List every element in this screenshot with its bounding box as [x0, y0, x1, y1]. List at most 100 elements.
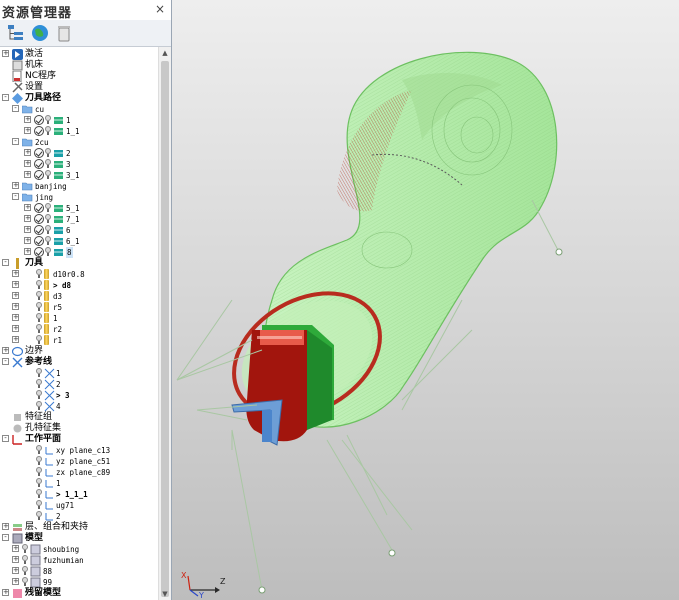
expand-icon[interactable]: + — [24, 237, 31, 244]
lightbulb-icon[interactable] — [36, 324, 42, 334]
expand-icon[interactable]: + — [24, 248, 31, 255]
lightbulb-icon[interactable] — [45, 148, 51, 158]
globe-icon[interactable] — [30, 23, 50, 43]
expand-icon[interactable]: + — [12, 303, 19, 310]
collapse-icon[interactable]: - — [12, 105, 19, 112]
lightbulb-icon[interactable] — [36, 291, 42, 301]
tree-item-label: 刀具路径 — [25, 93, 62, 103]
expand-icon[interactable]: + — [12, 336, 19, 343]
lightbulb-icon[interactable] — [36, 335, 42, 345]
lightbulb-icon[interactable] — [36, 500, 42, 510]
scroll-up-icon[interactable]: ▲ — [159, 47, 171, 59]
lightbulb-icon[interactable] — [45, 126, 51, 136]
collapse-icon[interactable]: - — [2, 259, 9, 266]
trash-icon[interactable] — [54, 23, 74, 43]
expand-icon[interactable]: + — [12, 281, 19, 288]
checked-icon[interactable] — [34, 203, 44, 213]
lightbulb-icon[interactable] — [36, 280, 42, 290]
checked-icon[interactable] — [34, 247, 44, 257]
pattern-icon — [44, 390, 55, 401]
lightbulb-icon[interactable] — [22, 555, 28, 565]
toolpath-icon — [53, 170, 64, 181]
lightbulb-icon[interactable] — [45, 236, 51, 246]
scrollbar-thumb[interactable] — [161, 61, 169, 597]
expand-icon[interactable]: + — [12, 556, 19, 563]
activate-icon — [12, 49, 23, 60]
checked-icon[interactable] — [34, 214, 44, 224]
lightbulb-icon[interactable] — [22, 566, 28, 576]
lightbulb-icon[interactable] — [36, 478, 42, 488]
expand-icon[interactable]: + — [24, 226, 31, 233]
expand-icon[interactable]: + — [2, 347, 9, 354]
lightbulb-icon[interactable] — [45, 214, 51, 224]
lightbulb-icon[interactable] — [45, 159, 51, 169]
checked-icon[interactable] — [34, 159, 44, 169]
tool-icon — [44, 269, 49, 279]
expand-icon[interactable]: + — [24, 215, 31, 222]
collapse-icon[interactable]: - — [2, 94, 9, 101]
checked-icon[interactable] — [34, 148, 44, 158]
lightbulb-icon[interactable] — [36, 368, 42, 378]
expand-icon[interactable]: + — [12, 270, 19, 277]
lightbulb-icon[interactable] — [36, 456, 42, 466]
expand-icon[interactable]: + — [24, 116, 31, 123]
expand-icon[interactable]: + — [2, 589, 9, 596]
expand-icon[interactable]: + — [12, 325, 19, 332]
lightbulb-icon[interactable] — [36, 511, 42, 521]
tree-item-label: 2 — [56, 380, 61, 389]
checked-icon[interactable] — [34, 225, 44, 235]
collapse-icon[interactable]: - — [2, 358, 9, 365]
expand-icon[interactable]: + — [2, 523, 9, 530]
graphics-viewport[interactable]: Z X Y — [172, 0, 679, 600]
expand-icon[interactable]: + — [24, 171, 31, 178]
explorer-title: 资源管理器 — [2, 6, 73, 21]
lightbulb-icon[interactable] — [36, 401, 42, 411]
expand-icon[interactable]: + — [2, 50, 9, 57]
lightbulb-icon[interactable] — [36, 302, 42, 312]
scroll-down-icon[interactable]: ▼ — [159, 588, 171, 600]
lightbulb-icon[interactable] — [22, 577, 28, 587]
lightbulb-icon[interactable] — [36, 379, 42, 389]
lightbulb-icon[interactable] — [36, 313, 42, 323]
lightbulb-icon[interactable] — [45, 115, 51, 125]
tree-item-label: 刀具 — [25, 258, 44, 268]
expand-icon[interactable]: + — [24, 149, 31, 156]
lightbulb-icon[interactable] — [45, 225, 51, 235]
expand-icon[interactable]: + — [12, 545, 19, 552]
lightbulb-icon[interactable] — [36, 467, 42, 477]
lightbulb-icon[interactable] — [22, 544, 28, 554]
expand-icon[interactable]: + — [12, 578, 19, 585]
expand-icon[interactable]: + — [12, 567, 19, 574]
checked-icon[interactable] — [34, 126, 44, 136]
close-icon[interactable]: × — [155, 2, 165, 16]
lightbulb-icon[interactable] — [36, 390, 42, 400]
collapse-icon[interactable]: - — [2, 534, 9, 541]
lightbulb-icon[interactable] — [45, 247, 51, 257]
checked-icon[interactable] — [34, 236, 44, 246]
collapse-icon[interactable]: - — [12, 138, 19, 145]
lightbulb-icon[interactable] — [36, 269, 42, 279]
collapse-icon[interactable]: - — [2, 435, 9, 442]
checked-icon[interactable] — [34, 115, 44, 125]
workplane-icon — [44, 445, 55, 456]
expand-icon[interactable]: + — [24, 160, 31, 167]
expand-icon[interactable]: + — [24, 204, 31, 211]
checked-icon[interactable] — [34, 170, 44, 180]
lightbulb-icon[interactable] — [45, 170, 51, 180]
tree-item-label: zx plane_c89 — [56, 468, 111, 477]
tree-item-label: 3 — [66, 160, 71, 169]
expand-icon[interactable]: + — [12, 314, 19, 321]
expand-icon[interactable]: + — [24, 127, 31, 134]
explorer-scrollbar[interactable]: ▲ ▼ — [158, 47, 171, 600]
expand-icon[interactable]: + — [12, 182, 19, 189]
collapse-icon[interactable]: - — [12, 193, 19, 200]
lightbulb-icon[interactable] — [45, 203, 51, 213]
pattern-icon — [44, 368, 55, 379]
tree-item-label: 8 — [66, 247, 73, 258]
lightbulb-icon[interactable] — [36, 445, 42, 455]
tree-view-icon[interactable] — [6, 23, 26, 43]
expand-icon[interactable]: + — [12, 292, 19, 299]
lightbulb-icon[interactable] — [36, 489, 42, 499]
toolpath-icon — [53, 148, 64, 159]
